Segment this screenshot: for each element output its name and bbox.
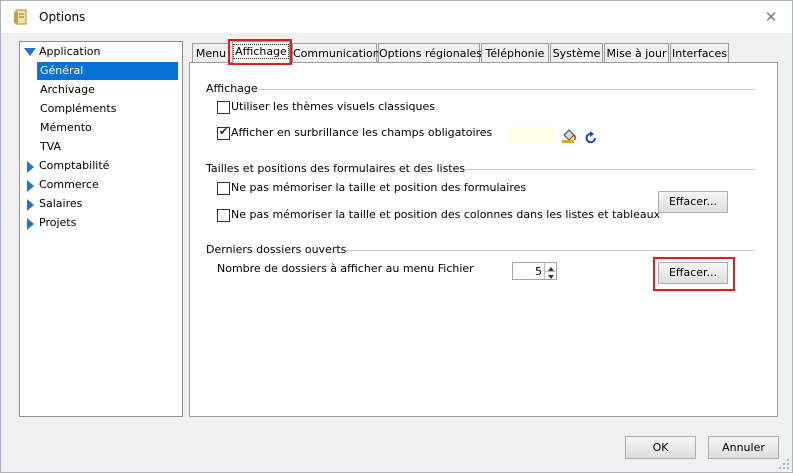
spin-down-button[interactable] bbox=[544, 271, 557, 279]
recent-count-stepper[interactable]: 5 bbox=[512, 262, 557, 280]
cancel-button[interactable]: Annuler bbox=[708, 436, 779, 459]
forms-size-checkbox[interactable] bbox=[217, 182, 230, 195]
tab-communication[interactable]: Communication bbox=[292, 43, 380, 63]
tree-item-complements[interactable]: Compléments bbox=[40, 100, 116, 118]
affichage-panel: Affichage Utiliser les thèmes visuels cl… bbox=[189, 62, 778, 417]
tree-item-application[interactable]: Application bbox=[39, 43, 100, 61]
resize-grip-icon[interactable] bbox=[778, 458, 790, 470]
tree-item-projets[interactable]: Projets bbox=[39, 214, 76, 232]
columns-size-label: Ne pas mémoriser la taille et position d… bbox=[231, 208, 661, 221]
tab-mise-a-jour[interactable]: Mise à jour bbox=[604, 43, 669, 63]
tab-interfaces[interactable]: Interfaces bbox=[670, 43, 729, 63]
reset-icon[interactable] bbox=[584, 131, 598, 145]
tree-item-tva[interactable]: TVA bbox=[40, 138, 61, 156]
tab-menu[interactable]: Menu bbox=[192, 43, 230, 63]
expand-arrow-down-icon[interactable] bbox=[24, 48, 36, 56]
expand-arrow-right-icon[interactable] bbox=[27, 199, 34, 211]
close-icon[interactable]: ✕ bbox=[761, 7, 781, 27]
group-separator bbox=[428, 169, 754, 170]
options-window: Options ✕ Application Général Archivage … bbox=[0, 0, 793, 473]
group-affichage-label: Affichage bbox=[206, 82, 258, 95]
recent-count-value: 5 bbox=[535, 265, 542, 278]
highlight-color-swatch[interactable] bbox=[510, 127, 555, 143]
tree-item-memento[interactable]: Mémento bbox=[40, 119, 92, 137]
paint-bucket-icon[interactable] bbox=[561, 129, 577, 143]
group-separator bbox=[256, 89, 754, 90]
group-sizes-label: Tailles et positions des formulaires et … bbox=[206, 162, 466, 175]
columns-size-checkbox[interactable] bbox=[217, 209, 230, 222]
app-icon bbox=[14, 9, 27, 25]
classic-themes-checkbox[interactable] bbox=[217, 101, 230, 114]
tab-systeme[interactable]: Système bbox=[550, 43, 603, 63]
clear-sizes-button[interactable]: Effacer... bbox=[658, 191, 728, 213]
highlight-box bbox=[653, 257, 735, 291]
group-recent-label: Derniers dossiers ouverts bbox=[206, 243, 347, 256]
tab-telephonie[interactable]: Téléphonie bbox=[481, 43, 549, 63]
checkmark-icon: ✔ bbox=[219, 125, 229, 138]
tab-options-regionales[interactable]: Options régionales bbox=[378, 43, 482, 63]
classic-themes-label: Utiliser les thèmes visuels classiques bbox=[231, 100, 435, 113]
navigation-tree: Application Général Archivage Complément… bbox=[19, 41, 183, 417]
forms-size-label: Ne pas mémoriser la taille et position d… bbox=[231, 181, 527, 194]
tree-item-archivage[interactable]: Archivage bbox=[40, 81, 95, 99]
expand-arrow-right-icon[interactable] bbox=[27, 161, 34, 173]
arrow-down-icon bbox=[548, 275, 554, 279]
expand-arrow-right-icon[interactable] bbox=[27, 180, 34, 192]
group-separator bbox=[340, 250, 754, 251]
highlight-required-checkbox[interactable]: ✔ bbox=[217, 125, 230, 140]
tree-item-commerce[interactable]: Commerce bbox=[39, 176, 99, 194]
highlight-box bbox=[228, 39, 292, 65]
recent-count-label: Nombre de dossiers à afficher au menu Fi… bbox=[217, 262, 474, 275]
title-bar[interactable]: Options ✕ bbox=[1, 1, 792, 33]
expand-arrow-right-icon[interactable] bbox=[27, 218, 34, 230]
ok-button[interactable]: OK bbox=[625, 436, 696, 459]
window-title: Options bbox=[39, 10, 86, 24]
highlight-required-label: Afficher en surbrillance les champs obli… bbox=[231, 126, 493, 139]
tree-item-salaires[interactable]: Salaires bbox=[39, 195, 82, 213]
tree-item-general[interactable]: Général bbox=[37, 62, 178, 80]
tree-item-comptabilite[interactable]: Comptabilité bbox=[39, 157, 109, 175]
